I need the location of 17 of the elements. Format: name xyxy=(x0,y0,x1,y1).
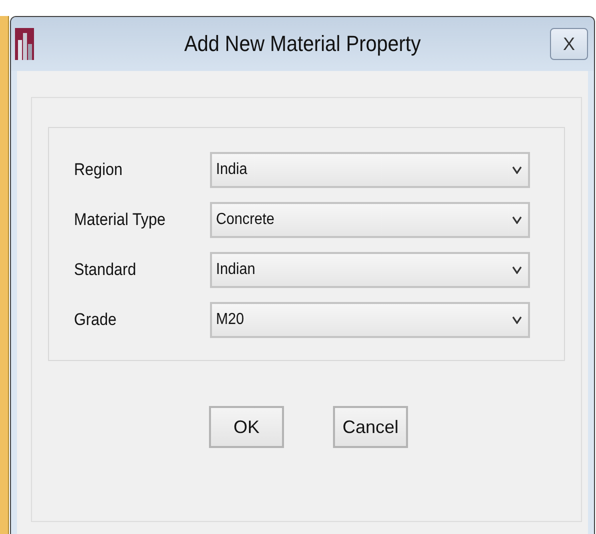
close-button[interactable]: X xyxy=(550,28,588,60)
cancel-button[interactable]: Cancel xyxy=(333,406,408,448)
chevron-down-icon xyxy=(512,216,522,224)
chevron-down-icon xyxy=(512,316,522,324)
field-label: Material Type xyxy=(74,210,167,230)
app-icon xyxy=(15,28,34,60)
chevron-down-icon xyxy=(512,166,522,174)
dropdown[interactable]: Concrete xyxy=(210,202,530,238)
dropdown[interactable]: India xyxy=(210,152,530,188)
field-label: Grade xyxy=(74,310,118,330)
chevron-down-icon xyxy=(512,266,522,274)
field-label: Standard xyxy=(74,260,138,280)
ok-button[interactable]: OK xyxy=(209,406,284,448)
window-title: Add New Material Property xyxy=(183,31,422,57)
field-label: Region xyxy=(74,160,124,180)
dropdown[interactable]: Indian xyxy=(210,252,530,288)
dropdown[interactable]: M20 xyxy=(210,302,530,338)
